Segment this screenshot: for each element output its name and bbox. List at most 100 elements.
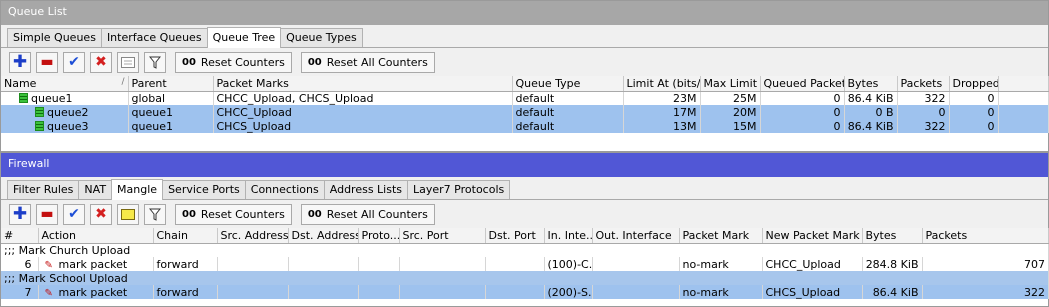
col-parent[interactable]: Parent xyxy=(128,76,214,92)
queue-list-title[interactable]: Queue List xyxy=(1,1,1048,25)
col-limit-at[interactable]: Limit At (bits/s) xyxy=(623,76,701,92)
rule-bytes: 284.8 KiB xyxy=(862,257,923,271)
rule-dst-address xyxy=(288,257,359,271)
table-row[interactable]: queue1 global CHCC_Upload, CHCS_Upload d… xyxy=(1,91,1049,105)
col-in-interface[interactable]: In. Inte... xyxy=(544,228,593,244)
tab-connections[interactable]: Connections xyxy=(244,180,325,199)
row-max-limit: 15M xyxy=(700,119,761,133)
row-queued: 0 xyxy=(760,91,845,105)
queue-toolbar: ✚ ▬ ✔ ✖ 00 Reset Counters 00 Reset All Cou… xyxy=(1,48,1048,76)
tab-queue-tree[interactable]: Queue Tree xyxy=(206,27,282,48)
queue-table: Name / Parent Packet Marks Queue Type Lim… xyxy=(1,76,1049,133)
col-max-limit[interactable]: Max Limit ... xyxy=(700,76,761,92)
enable-icon[interactable]: ✔ xyxy=(63,51,85,73)
row-type: default xyxy=(512,91,624,105)
rule-new-packet-mark: CHCS_Upload xyxy=(762,285,863,299)
col-bytes[interactable]: Bytes xyxy=(844,76,898,92)
row-bytes: 86.4 KiB xyxy=(844,91,898,105)
reset-all-counters-icon: 00 xyxy=(307,56,322,68)
col-bytes[interactable]: Bytes xyxy=(862,228,923,244)
row-dropped: 0 xyxy=(949,105,999,119)
col-packet-mark[interactable]: Packet Mark xyxy=(679,228,763,244)
rule-number: 7 xyxy=(1,285,39,299)
sort-arrow-icon: / xyxy=(121,76,125,87)
row-max-limit: 20M xyxy=(700,105,761,119)
row-filler xyxy=(998,91,1049,105)
reset-counters-button[interactable]: 00 Reset Counters xyxy=(175,51,292,73)
row-marks: CHCS_Upload xyxy=(213,119,513,133)
remove-icon[interactable]: ▬ xyxy=(36,51,58,73)
rule-src-port xyxy=(399,257,486,271)
row-dropped: 0 xyxy=(949,119,999,133)
table-row[interactable]: 6 ✎mark packet forward (100)-C... no-mar… xyxy=(1,257,1049,271)
rule-src-address xyxy=(217,257,289,271)
row-dropped: 0 xyxy=(949,91,999,105)
remove-icon[interactable]: ▬ xyxy=(36,203,58,225)
enable-icon[interactable]: ✔ xyxy=(63,203,85,225)
col-packets[interactable]: Packets xyxy=(897,76,950,92)
col-src-address[interactable]: Src. Address xyxy=(217,228,289,244)
rule-in-interface: (200)-S... xyxy=(544,285,593,299)
tab-layer7-protocols[interactable]: Layer7 Protocols xyxy=(407,180,511,199)
tab-interface-queues[interactable]: Interface Queues xyxy=(100,28,208,47)
col-name[interactable]: Name / xyxy=(1,76,129,92)
col-dst-port[interactable]: Dst. Port xyxy=(485,228,545,244)
rule-dst-port xyxy=(485,285,545,299)
table-row[interactable]: queue3 queue1 CHCS_Upload default 13M 15… xyxy=(1,119,1049,133)
rule-bytes: 86.4 KiB xyxy=(862,285,923,299)
reset-counters-icon: 00 xyxy=(182,208,196,220)
row-packets: 322 xyxy=(897,119,950,133)
col-queued-packets[interactable]: Queued Packets xyxy=(760,76,845,92)
row-queued: 0 xyxy=(760,105,845,119)
col-packets[interactable]: Packets xyxy=(922,228,1049,244)
rule-protocol xyxy=(358,285,400,299)
col-packet-marks[interactable]: Packet Marks xyxy=(213,76,513,92)
col-src-port[interactable]: Src. Port xyxy=(399,228,486,244)
disable-icon[interactable]: ✖ xyxy=(90,203,112,225)
firewall-title[interactable]: Firewall xyxy=(1,153,1048,177)
tab-mangle[interactable]: Mangle xyxy=(111,179,164,200)
table-row[interactable]: queue2 queue1 CHCC_Upload default 17M 20… xyxy=(1,105,1049,119)
tab-queue-types[interactable]: Queue Types xyxy=(280,28,363,47)
add-icon[interactable]: ✚ xyxy=(9,203,31,225)
col-chain[interactable]: Chain xyxy=(153,228,218,244)
firewall-window: Firewall Filter Rules NAT Mangle Service… xyxy=(0,152,1049,307)
tab-address-lists[interactable]: Address Lists xyxy=(323,180,409,199)
comment-icon[interactable] xyxy=(117,51,139,73)
col-queue-type[interactable]: Queue Type xyxy=(512,76,624,92)
rule-out-interface xyxy=(592,285,680,299)
disable-icon[interactable]: ✖ xyxy=(90,51,112,73)
tab-filter-rules[interactable]: Filter Rules xyxy=(7,180,80,199)
col-number[interactable]: # xyxy=(1,228,39,244)
add-icon[interactable]: ✚ xyxy=(9,51,31,73)
row-packets: 322 xyxy=(897,91,950,105)
reset-all-counters-button[interactable]: 00 Reset All Counters xyxy=(300,203,435,225)
queue-tabs: Simple Queues Interface Queues Queue Tre… xyxy=(1,25,1048,48)
col-protocol[interactable]: Proto... xyxy=(358,228,400,244)
tab-simple-queues[interactable]: Simple Queues xyxy=(7,28,102,47)
rule-out-interface xyxy=(592,257,680,271)
col-new-packet-mark[interactable]: New Packet Mark xyxy=(762,228,863,244)
row-parent: queue1 xyxy=(128,119,214,133)
row-limit-at: 17M xyxy=(623,105,701,119)
tab-service-ports[interactable]: Service Ports xyxy=(162,180,246,199)
col-out-interface[interactable]: Out. Interface xyxy=(592,228,680,244)
reset-counters-button[interactable]: 00 Reset Counters xyxy=(175,203,292,225)
filter-icon[interactable] xyxy=(144,51,166,73)
tab-nat[interactable]: NAT xyxy=(78,180,113,199)
queue-icon xyxy=(35,106,44,117)
comment-icon[interactable] xyxy=(117,203,139,225)
row-parent: global xyxy=(128,91,214,105)
table-row[interactable]: 7 ✎mark packet forward (200)-S... no-mar… xyxy=(1,285,1049,299)
comment-row[interactable]: ;;; Mark School Upload xyxy=(1,271,1049,285)
rule-dst-port xyxy=(485,257,545,271)
col-action[interactable]: Action xyxy=(38,228,154,244)
filter-icon[interactable] xyxy=(144,203,166,225)
row-bytes: 0 B xyxy=(844,105,898,119)
comment-row[interactable]: ;;; Mark Church Upload xyxy=(1,243,1049,257)
row-name: queue3 xyxy=(1,119,129,133)
col-dst-address[interactable]: Dst. Address xyxy=(288,228,359,244)
col-dropped[interactable]: Dropped xyxy=(949,76,999,92)
reset-all-counters-button[interactable]: 00 Reset All Counters xyxy=(300,51,435,73)
reset-counters-icon: 00 xyxy=(182,56,196,68)
